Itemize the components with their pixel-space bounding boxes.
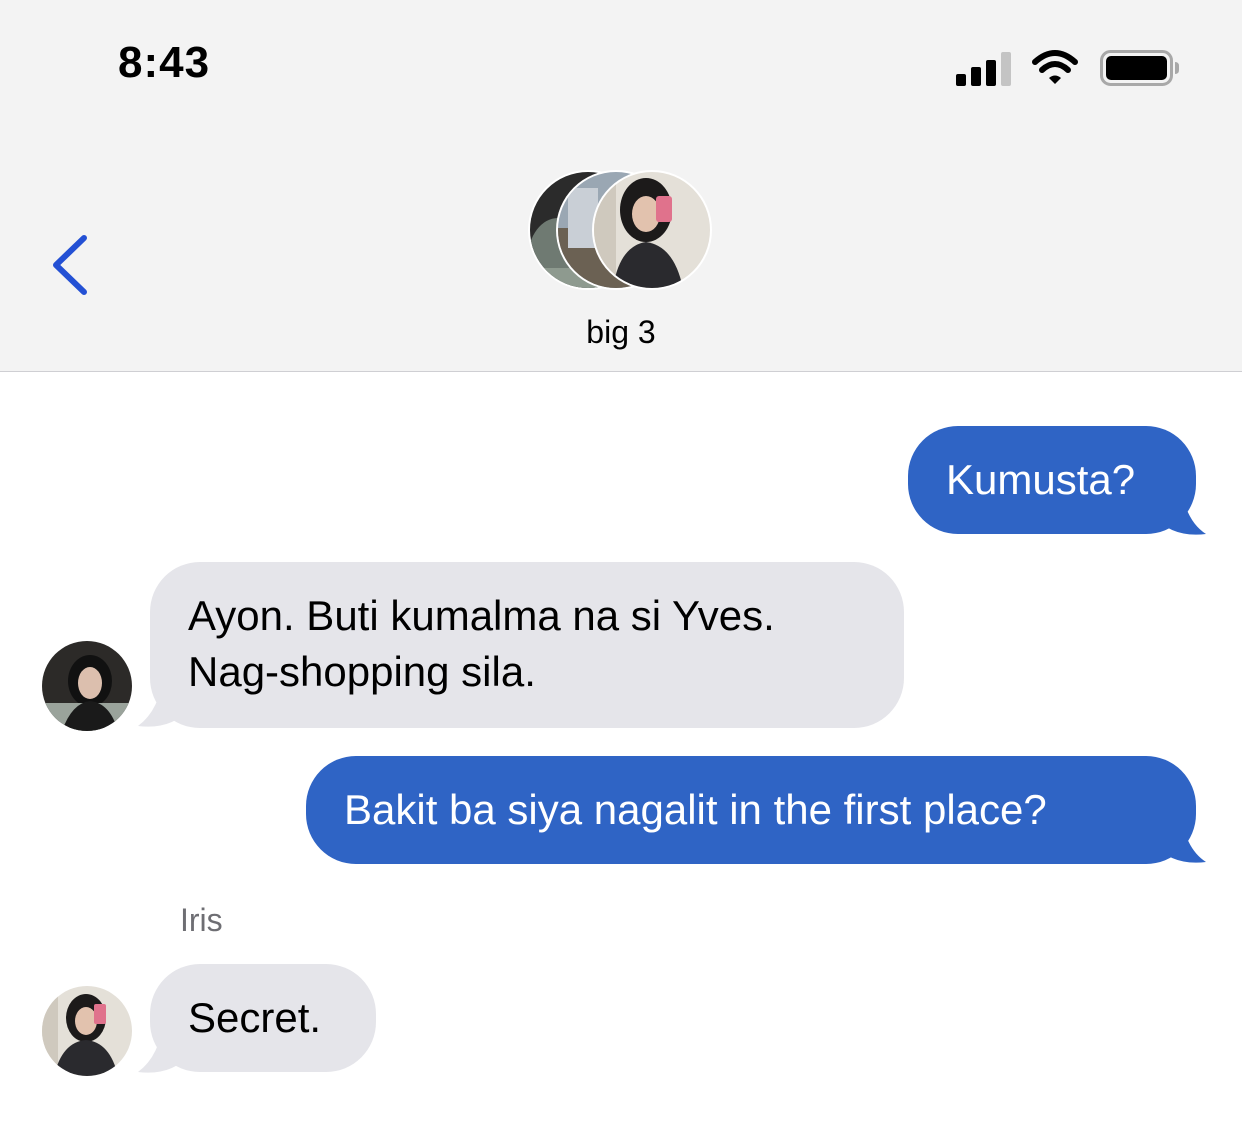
message-text-line: Ayon. Buti kumalma na si Yves. bbox=[188, 592, 775, 639]
back-chevron-icon[interactable] bbox=[44, 230, 98, 300]
wifi-icon bbox=[1032, 50, 1078, 84]
incoming-message-bubble[interactable]: Secret. bbox=[150, 964, 376, 1072]
sender-avatar[interactable] bbox=[42, 641, 132, 731]
cellular-signal-icon bbox=[956, 52, 1011, 86]
message-text-line: Nag-shopping sila. bbox=[188, 648, 536, 695]
sender-avatar[interactable] bbox=[42, 986, 132, 1076]
message-text: Bakit ba siya nagalit in the first place… bbox=[344, 786, 1047, 833]
message-text: Kumusta? bbox=[946, 456, 1136, 503]
conversation-header: 8:43 big 3 bbox=[0, 0, 1242, 372]
group-name[interactable]: big 3 bbox=[0, 314, 1242, 351]
incoming-message-bubble[interactable]: Ayon. Buti kumalma na si Yves. Nag-shopp… bbox=[150, 562, 904, 728]
outgoing-message-bubble[interactable]: Bakit ba siya nagalit in the first place… bbox=[306, 756, 1196, 864]
sender-name: Iris bbox=[180, 902, 223, 938]
message-text: Secret. bbox=[188, 994, 322, 1041]
outgoing-message-bubble[interactable]: Kumusta? bbox=[908, 426, 1196, 534]
battery-icon bbox=[1100, 50, 1179, 86]
group-avatar-stack[interactable] bbox=[528, 168, 714, 294]
status-time: 8:43 bbox=[118, 38, 211, 87]
